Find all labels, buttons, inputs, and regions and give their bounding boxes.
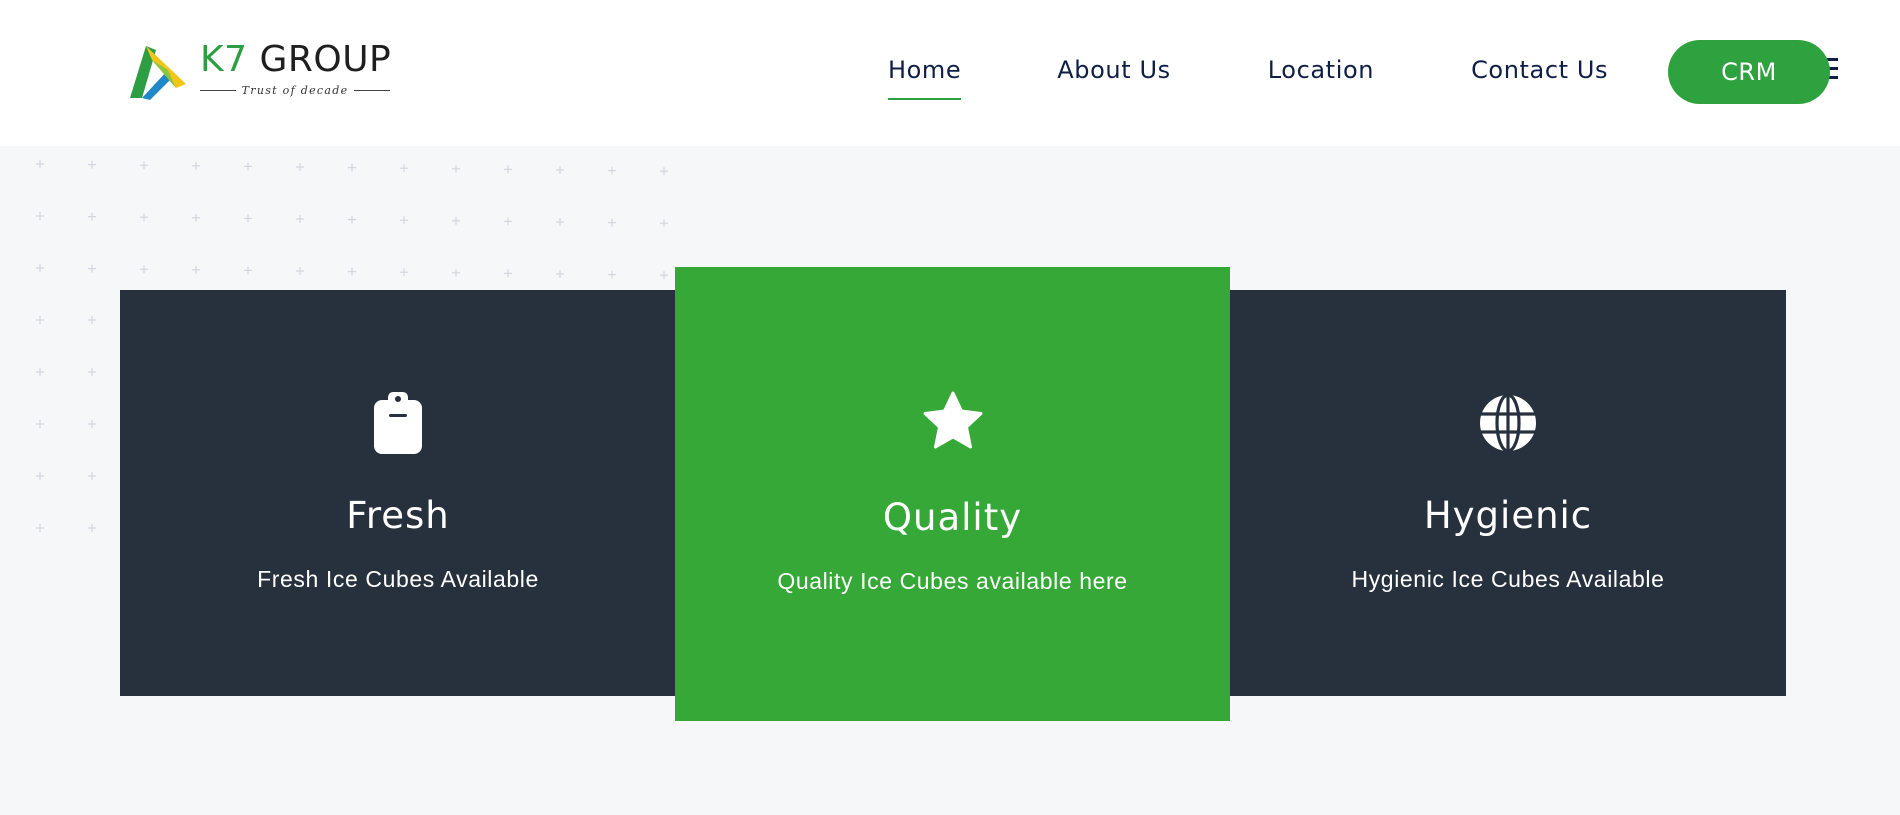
feature-title: Quality xyxy=(882,496,1023,539)
feature-card-fresh: Fresh Fresh Ice Cubes Available xyxy=(120,290,676,696)
site-header: K7 GROUP Trust of decade Home About Us L… xyxy=(0,0,1900,146)
star-icon xyxy=(923,391,982,449)
feature-subtitle: Hygienic Ice Cubes Available xyxy=(1351,566,1665,592)
crm-button[interactable]: CRM xyxy=(1668,40,1830,104)
brand-tagline: Trust of decade xyxy=(200,84,391,97)
nav-about-us[interactable]: About Us xyxy=(1057,56,1170,100)
globe-icon xyxy=(1480,393,1536,453)
k7-logo-mark-icon xyxy=(130,46,186,100)
feature-card-quality: Quality Quality Ice Cubes available here xyxy=(675,267,1230,721)
main-nav: Home About Us Location Contact Us xyxy=(888,56,1608,100)
feature-title: Fresh xyxy=(346,494,450,537)
feature-title: Hygienic xyxy=(1423,494,1593,537)
nav-home[interactable]: Home xyxy=(888,56,962,100)
nav-location[interactable]: Location xyxy=(1268,56,1374,100)
feature-card-hygienic: Hygienic Hygienic Ice Cubes Available xyxy=(1230,290,1786,696)
k7-group-logo[interactable]: K7 GROUP Trust of decade xyxy=(128,36,398,106)
feature-subtitle: Quality Ice Cubes available here xyxy=(777,568,1128,594)
clipboard-icon xyxy=(374,392,422,454)
nav-contact-us[interactable]: Contact Us xyxy=(1471,56,1608,100)
feature-subtitle: Fresh Ice Cubes Available xyxy=(257,566,539,592)
brand-name: K7 GROUP xyxy=(200,39,392,80)
